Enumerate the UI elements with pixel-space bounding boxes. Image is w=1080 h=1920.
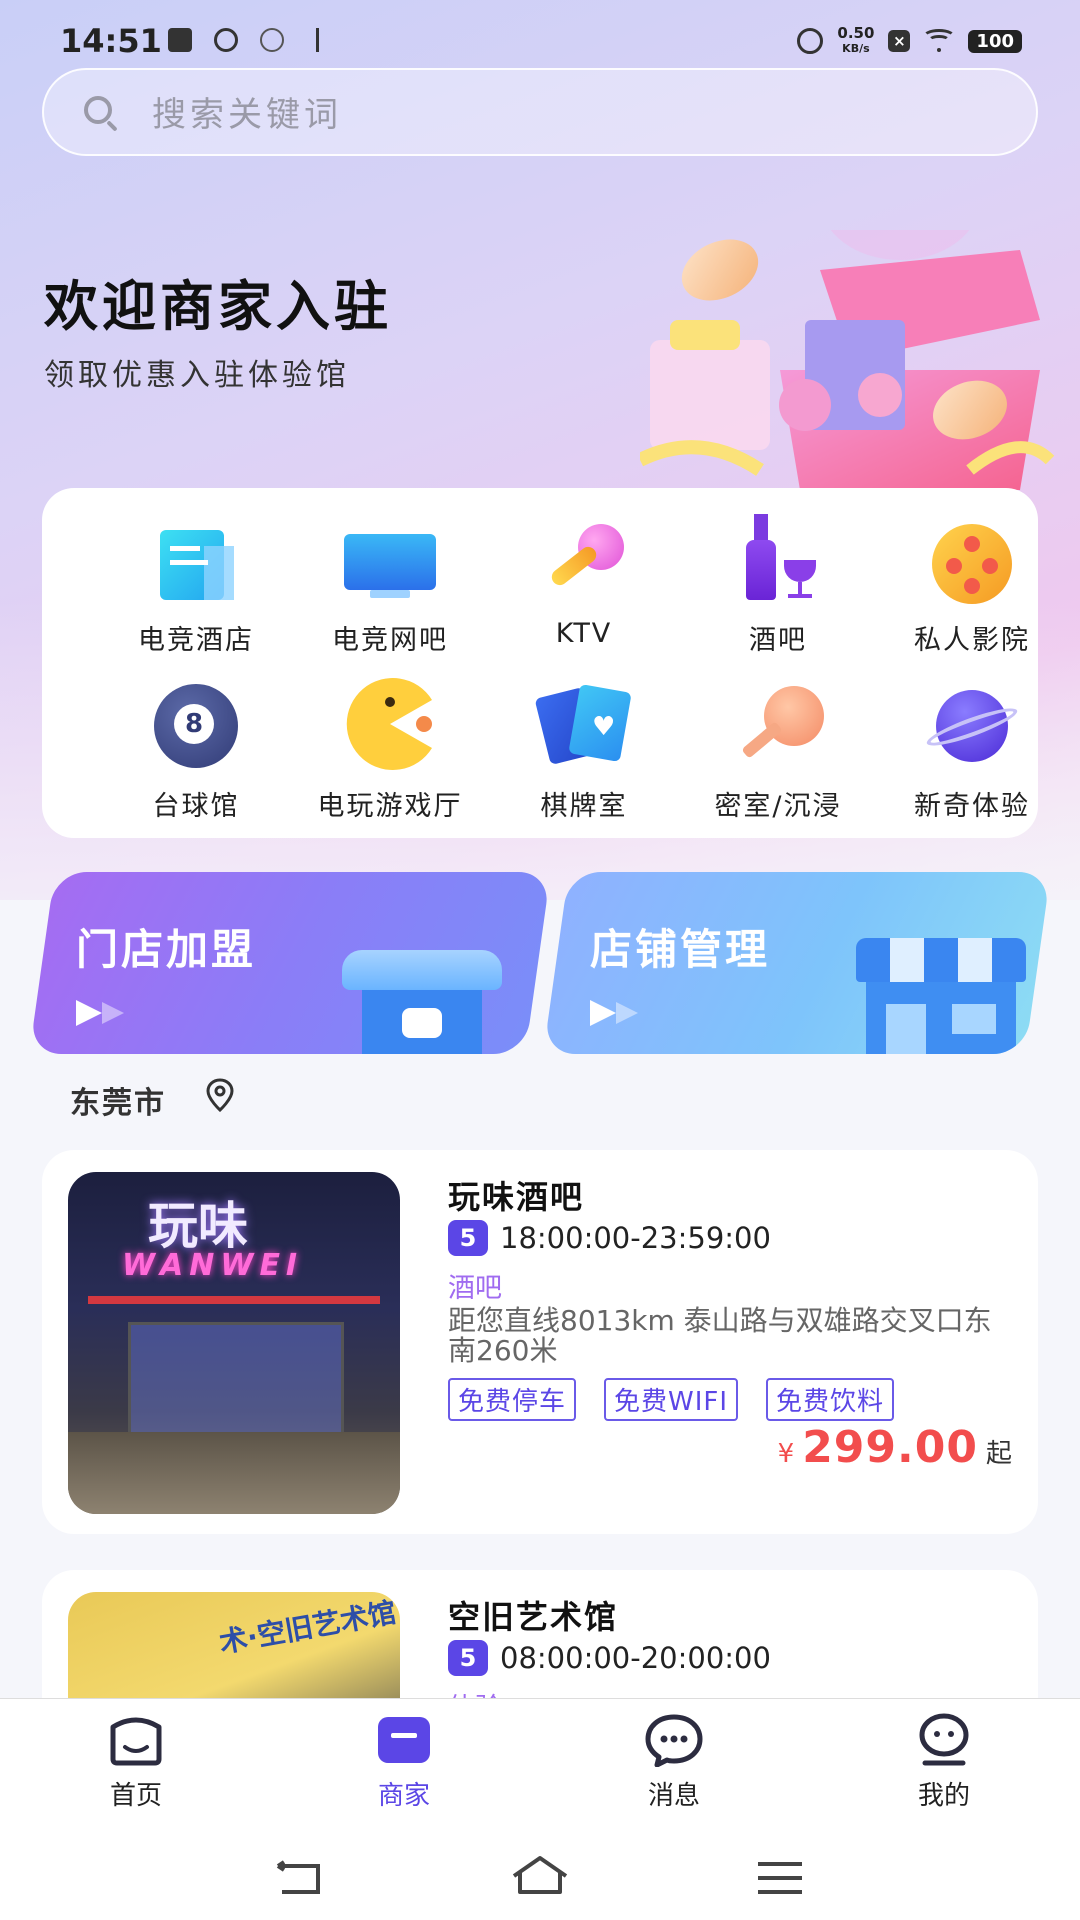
- film-reel-icon: [922, 512, 1022, 604]
- category-item-esports-cafe[interactable]: 电竞网吧: [292, 512, 488, 672]
- level-badge: 5: [448, 1640, 488, 1676]
- category-item-escape-room[interactable]: 密室/沉浸: [680, 678, 876, 838]
- category-item-arcade[interactable]: 电玩游戏厅: [292, 678, 488, 838]
- alarm-icon: [214, 28, 238, 52]
- hotel-icon: [146, 512, 246, 604]
- usb-icon: [316, 28, 322, 52]
- pacman-icon: [340, 678, 440, 770]
- play-arrow-icon: [76, 1000, 102, 1026]
- tag-free-parking: 免费停车: [448, 1378, 577, 1421]
- back-icon[interactable]: [272, 1860, 326, 1896]
- store-address: 距您直线8013km 泰山路与双雄路交叉口东南260米: [448, 1304, 992, 1367]
- home-nav-icon[interactable]: [510, 1854, 570, 1896]
- store-management-card[interactable]: 店铺管理: [543, 872, 1051, 1054]
- monitor-icon: [340, 512, 440, 604]
- info-icon: [260, 28, 284, 52]
- category-item-billiards[interactable]: 8 台球馆: [98, 678, 294, 838]
- shop-icon: [378, 1717, 430, 1763]
- status-bar: 14:51 0.50 KB/s × 100: [0, 0, 1080, 64]
- system-navigation-bar: [0, 1820, 1080, 1920]
- store-tags: 免费停车 免费WIFI 免费饮料: [448, 1378, 895, 1421]
- planet-icon: [922, 678, 1022, 770]
- alarm-clock-icon: [797, 28, 824, 54]
- category-item-ktv[interactable]: KTV: [486, 512, 682, 672]
- microphone-icon: [534, 512, 634, 604]
- tag-free-wifi: 免费WIFI: [604, 1378, 739, 1421]
- play-arrow-icon: [616, 1002, 638, 1024]
- category-item-private-cinema[interactable]: 私人影院: [874, 512, 1070, 672]
- notification-icon: [168, 28, 192, 52]
- wine-icon: [728, 512, 828, 604]
- franchise-promo-card[interactable]: 门店加盟: [29, 872, 551, 1054]
- category-item-novel-experience[interactable]: 新奇体验: [874, 678, 1070, 838]
- storefront-icon: [342, 950, 502, 1054]
- message-icon: [645, 1714, 703, 1767]
- city-label[interactable]: 东莞市: [70, 1078, 166, 1122]
- banner-title: 欢迎商家入驻: [44, 275, 392, 338]
- category-item-bar[interactable]: 酒吧: [680, 512, 876, 672]
- wifi-icon: [922, 29, 957, 52]
- sim-x-icon: ×: [888, 30, 911, 52]
- status-system-icons: 0.50 KB/s × 100: [797, 26, 1022, 56]
- profile-icon: [919, 1713, 969, 1766]
- battery-indicator: 100: [968, 29, 1022, 53]
- search-input[interactable]: [150, 84, 1014, 146]
- playing-cards-icon: ♥: [534, 678, 634, 770]
- category-item-card-room[interactable]: ♥ 棋牌室: [486, 678, 682, 838]
- billiard-ball-icon: 8: [146, 678, 246, 770]
- store-card[interactable]: 玩味 WANWEI 玩味酒吧 5 18:00:00-23:59:00 酒吧 距您…: [42, 1150, 1038, 1534]
- location-pin-icon[interactable]: [206, 1078, 234, 1112]
- store-hours: 5 08:00:00-20:00:00: [448, 1640, 771, 1676]
- menu-icon[interactable]: [756, 1860, 804, 1896]
- play-arrow-icon: [102, 1002, 124, 1024]
- store-hours: 5 18:00:00-23:59:00: [448, 1220, 771, 1256]
- store-name: 空旧艺术馆: [448, 1598, 619, 1636]
- status-time: 14:51: [60, 22, 162, 60]
- store-management-title: 店铺管理: [590, 925, 771, 974]
- status-notification-icons: [168, 28, 322, 52]
- tab-merchant[interactable]: 商家: [324, 1713, 484, 1812]
- store-type: 酒吧: [448, 1273, 502, 1304]
- play-arrow-icon: [590, 1000, 616, 1026]
- gift-box-illustration: [640, 230, 1055, 490]
- banner-subtitle: 领取优惠入驻体验馆: [44, 358, 350, 393]
- store-name: 玩味酒吧: [448, 1178, 585, 1216]
- tab-messages[interactable]: 消息: [594, 1713, 754, 1812]
- search-bar[interactable]: [42, 68, 1038, 156]
- network-speed: 0.50 KB/s: [837, 24, 875, 56]
- store-price: ¥ 299.00 起: [777, 1422, 1012, 1473]
- tab-profile[interactable]: 我的: [864, 1713, 1024, 1812]
- category-item-esports-hotel[interactable]: 电竞酒店: [98, 512, 294, 672]
- home-icon: [110, 1717, 162, 1766]
- level-badge: 5: [448, 1220, 488, 1256]
- category-grid: 电竞酒店 电竞网吧 KTV 酒吧 私人影院 8 台球馆 电玩游戏厅 ♥ 棋牌室 …: [42, 488, 1038, 838]
- tab-home[interactable]: 首页: [56, 1713, 216, 1812]
- key-icon: [728, 678, 828, 770]
- bottom-tab-bar: 首页 商家 消息 我的: [0, 1698, 1080, 1821]
- tag-free-drinks: 免费饮料: [766, 1378, 895, 1421]
- search-icon: [84, 96, 112, 124]
- store-photo: 玩味 WANWEI: [68, 1172, 400, 1514]
- storefront-icon: [856, 938, 1026, 1054]
- franchise-promo-title: 门店加盟: [76, 925, 257, 974]
